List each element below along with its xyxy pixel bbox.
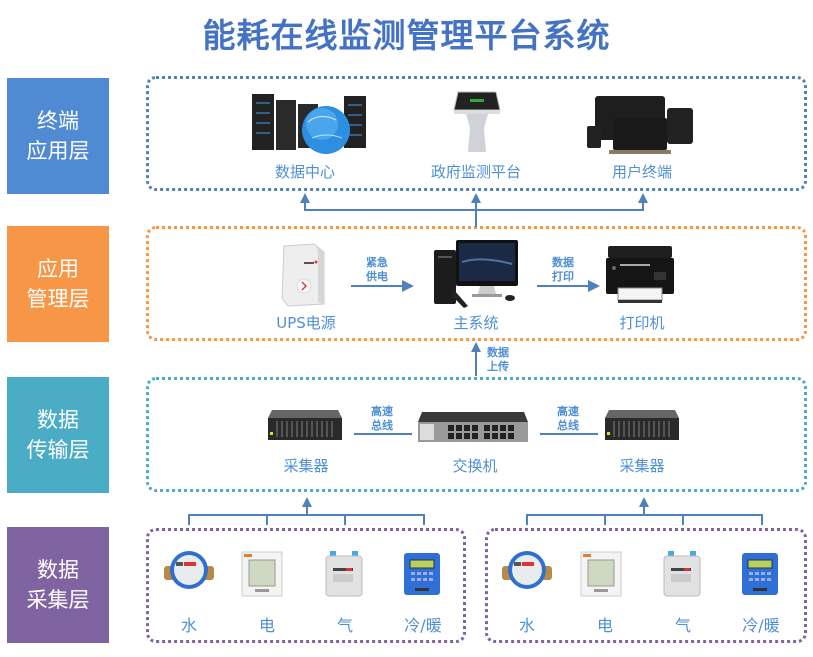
edge-label-line1: 数据 xyxy=(487,346,509,359)
arrow-right-icon xyxy=(588,280,600,292)
arrow-up-icon xyxy=(300,193,310,203)
edge-label-line1: 紧急 xyxy=(366,256,388,269)
collector-icon xyxy=(605,410,679,440)
power-meter-icon xyxy=(241,551,283,597)
arrow-up-icon xyxy=(471,193,481,203)
desktop-computer-icon xyxy=(434,240,518,308)
connector-stem xyxy=(526,514,528,525)
layer-line2: 应用层 xyxy=(26,139,90,163)
connector-stem xyxy=(475,203,477,227)
connector-stem xyxy=(304,203,306,211)
heat-meter-icon xyxy=(404,553,440,595)
edge-label-highspeed-bus: 高速 总线 xyxy=(548,405,588,433)
connector-branch xyxy=(527,514,763,516)
edge-label-line1: 高速 xyxy=(557,405,579,418)
power-meter-icon xyxy=(580,551,622,597)
connector-stem xyxy=(642,203,644,211)
user-terminal-label: 用户终端 xyxy=(611,163,672,181)
bus-line xyxy=(540,433,598,435)
ups-icon xyxy=(281,243,325,307)
arrow-up-icon xyxy=(639,497,649,507)
connector-stem xyxy=(344,514,346,525)
layer-line2: 传输层 xyxy=(26,438,90,462)
edge-label-emergency-power: 紧急 供电 xyxy=(357,256,397,284)
printer-label: 打印机 xyxy=(619,314,665,332)
connector-stem xyxy=(423,514,425,525)
layer-line1: 应用 xyxy=(37,257,79,281)
edge-label-line1: 高速 xyxy=(371,405,393,418)
layer-data-collection: 数据 采集层 xyxy=(7,527,109,643)
server-globe-icon xyxy=(252,94,366,154)
layer-line2: 采集层 xyxy=(26,588,90,612)
layer-line1: 数据 xyxy=(37,408,79,432)
edge-label-line2: 总线 xyxy=(557,419,579,432)
switch-label: 交换机 xyxy=(452,457,498,475)
arrow-up-icon xyxy=(302,497,312,507)
main-system-label: 主系统 xyxy=(453,314,499,332)
edge-label-line1: 数据 xyxy=(552,256,574,269)
heat-meter-icon xyxy=(742,553,778,595)
layer-line2: 管理层 xyxy=(26,287,90,311)
layer-data-transport: 数据 传输层 xyxy=(7,377,109,493)
layer-line1: 终端 xyxy=(37,109,79,133)
data-center-label: 数据中心 xyxy=(274,163,335,181)
connector-stem xyxy=(682,514,684,525)
diagram-title: 能耗在线监测管理平台系统 xyxy=(202,16,611,55)
collector-right-label: 采集器 xyxy=(619,457,665,475)
arrow-line xyxy=(351,285,403,287)
edge-label-data-print: 数据 打印 xyxy=(543,256,583,284)
printer-icon xyxy=(606,246,674,303)
water-meter-icon xyxy=(164,551,214,589)
connector-stem xyxy=(604,514,606,525)
edge-label-line2: 打印 xyxy=(552,270,574,283)
connector-stem xyxy=(188,514,190,525)
bus-line xyxy=(354,433,412,435)
arrow-up-icon xyxy=(638,193,648,203)
kiosk-icon xyxy=(453,91,501,152)
arrow-line xyxy=(537,285,589,287)
connector-branch xyxy=(305,209,643,211)
edge-label-line2: 总线 xyxy=(371,419,393,432)
arrow-right-icon xyxy=(402,280,414,292)
connector-upload xyxy=(475,350,477,376)
collector-left-label: 采集器 xyxy=(283,457,329,475)
gas-meter-icon xyxy=(325,551,363,597)
ups-label: UPS电源 xyxy=(276,314,336,332)
edge-label-line2: 供电 xyxy=(366,270,388,283)
collector-icon xyxy=(268,410,342,440)
switch-icon xyxy=(418,412,528,442)
gov-monitor-platform-label: 政府监测平台 xyxy=(430,163,521,181)
edge-label-highspeed-bus: 高速 总线 xyxy=(362,405,402,433)
layer-app-management: 应用 管理层 xyxy=(7,226,109,342)
water-meter-icon xyxy=(502,551,552,589)
gas-meter-icon xyxy=(663,551,701,597)
edge-label-line2: 上传 xyxy=(487,360,509,373)
heating-cooling-label: 冷/暖 xyxy=(742,616,780,635)
connector-stem xyxy=(266,514,268,525)
layer-line1: 数据 xyxy=(37,558,79,582)
layer-terminal-app: 终端 应用层 xyxy=(7,78,109,194)
edge-label-data-upload: 数据 上传 xyxy=(478,346,518,374)
connector-stem xyxy=(761,514,763,525)
devices-icon xyxy=(587,96,693,154)
